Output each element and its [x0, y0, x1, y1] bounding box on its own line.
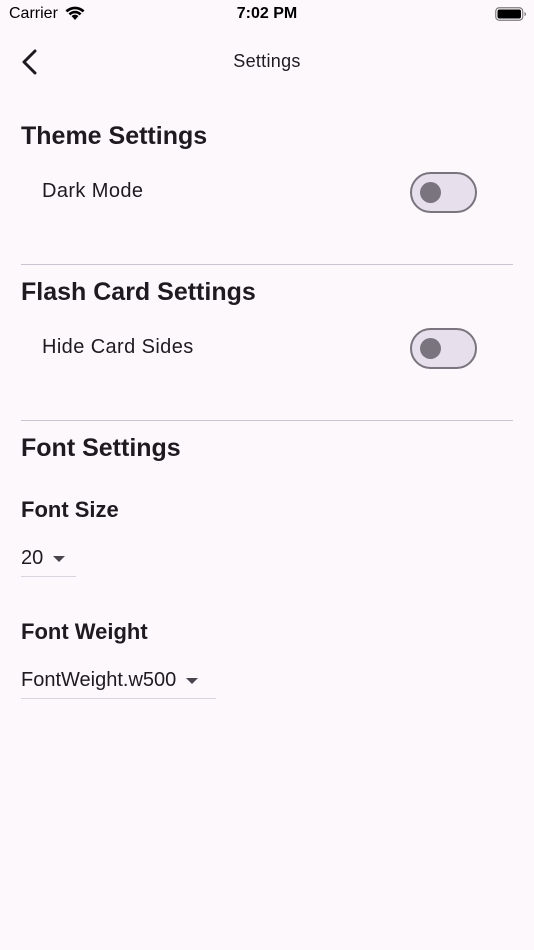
switch-knob — [420, 182, 441, 203]
dropdown-arrow-icon — [53, 555, 66, 562]
font-weight-label: Font Weight — [21, 619, 148, 644]
hide-card-sides-switch[interactable] — [410, 328, 477, 369]
dropdown-arrow-icon — [186, 677, 199, 684]
dark-mode-switch[interactable] — [410, 172, 477, 213]
divider — [21, 420, 513, 421]
battery-icon — [495, 7, 526, 21]
status-bar: Carrier 7:02 PM — [0, 0, 534, 30]
font-settings-heading: Font Settings — [21, 434, 181, 462]
app-bar: Settings — [0, 34, 534, 90]
font-weight-dropdown[interactable]: FontWeight.w500 — [21, 663, 216, 699]
flash-card-settings-heading: Flash Card Settings — [21, 278, 256, 306]
divider — [21, 264, 513, 265]
font-size-value: 20 — [21, 547, 44, 569]
page-title: Settings — [233, 51, 301, 71]
theme-settings-heading: Theme Settings — [21, 122, 208, 150]
hide-card-sides-label: Hide Card Sides — [42, 336, 194, 358]
status-time: 7:02 PM — [236, 5, 298, 22]
switch-knob — [420, 338, 441, 359]
dark-mode-label: Dark Mode — [42, 180, 144, 202]
font-size-label: Font Size — [21, 497, 119, 522]
font-weight-value: FontWeight.w500 — [21, 669, 177, 691]
font-size-dropdown[interactable]: 20 — [21, 541, 76, 577]
